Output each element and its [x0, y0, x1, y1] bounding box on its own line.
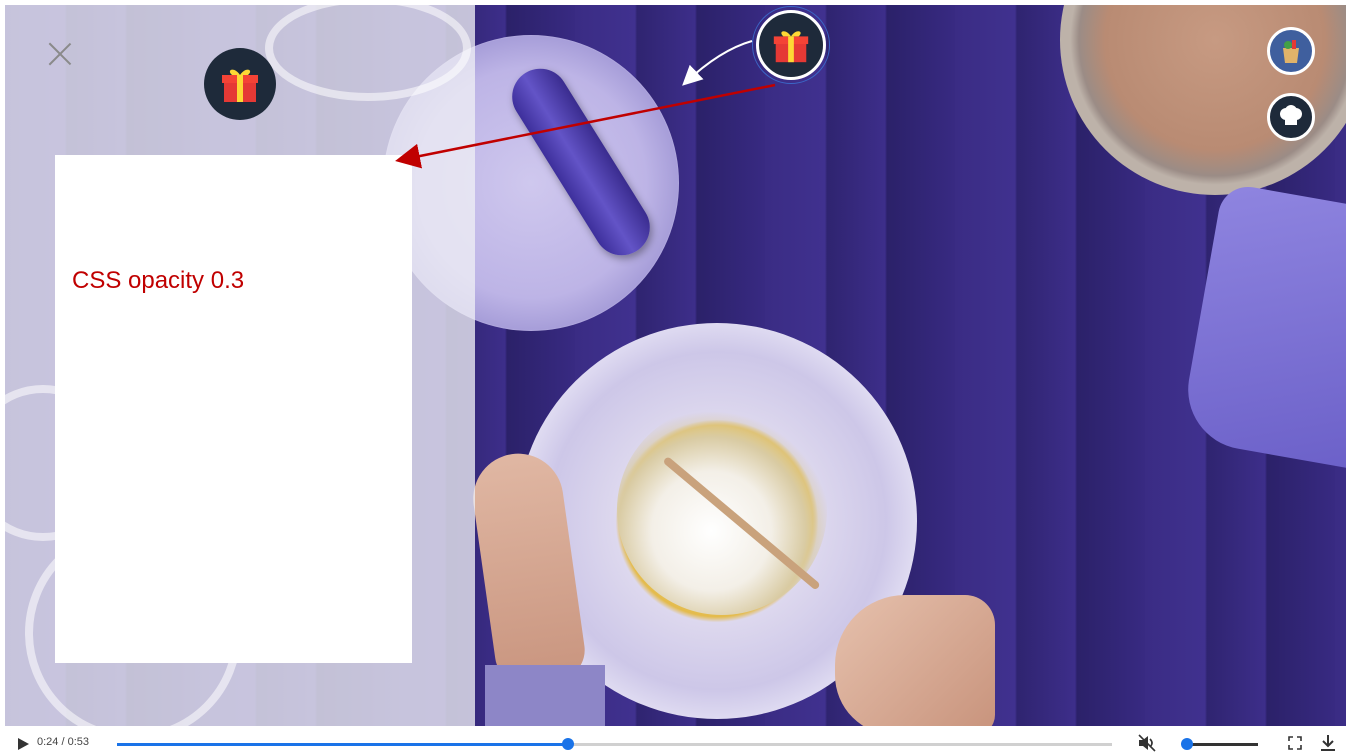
annotation-arrows [395, 40, 776, 169]
chef-hat-icon [1280, 105, 1302, 125]
annotation-red-arrow [395, 83, 776, 169]
annotation-white-arrow [682, 40, 753, 86]
volume-knob[interactable] [1180, 738, 1193, 750]
video-controls-bar: 0:24 / 0:53 [0, 728, 1351, 753]
progress-knob[interactable] [561, 738, 574, 750]
volume-slider[interactable] [1180, 738, 1258, 750]
play-icon[interactable] [18, 738, 29, 750]
chef-hat-button[interactable] [1267, 93, 1315, 141]
video-area[interactable]: CSS opacity 0.3 [5, 5, 1346, 726]
mute-icon[interactable] [1137, 734, 1157, 752]
grocery-bag-icon [1283, 40, 1299, 63]
time-display: 0:24 / 0:53 [37, 736, 89, 748]
fullscreen-icon[interactable] [1288, 736, 1302, 750]
progress-slider[interactable] [117, 738, 1112, 750]
progress-fill [117, 743, 568, 746]
download-icon[interactable] [1320, 734, 1336, 752]
grocery-bag-button[interactable] [1267, 27, 1315, 75]
